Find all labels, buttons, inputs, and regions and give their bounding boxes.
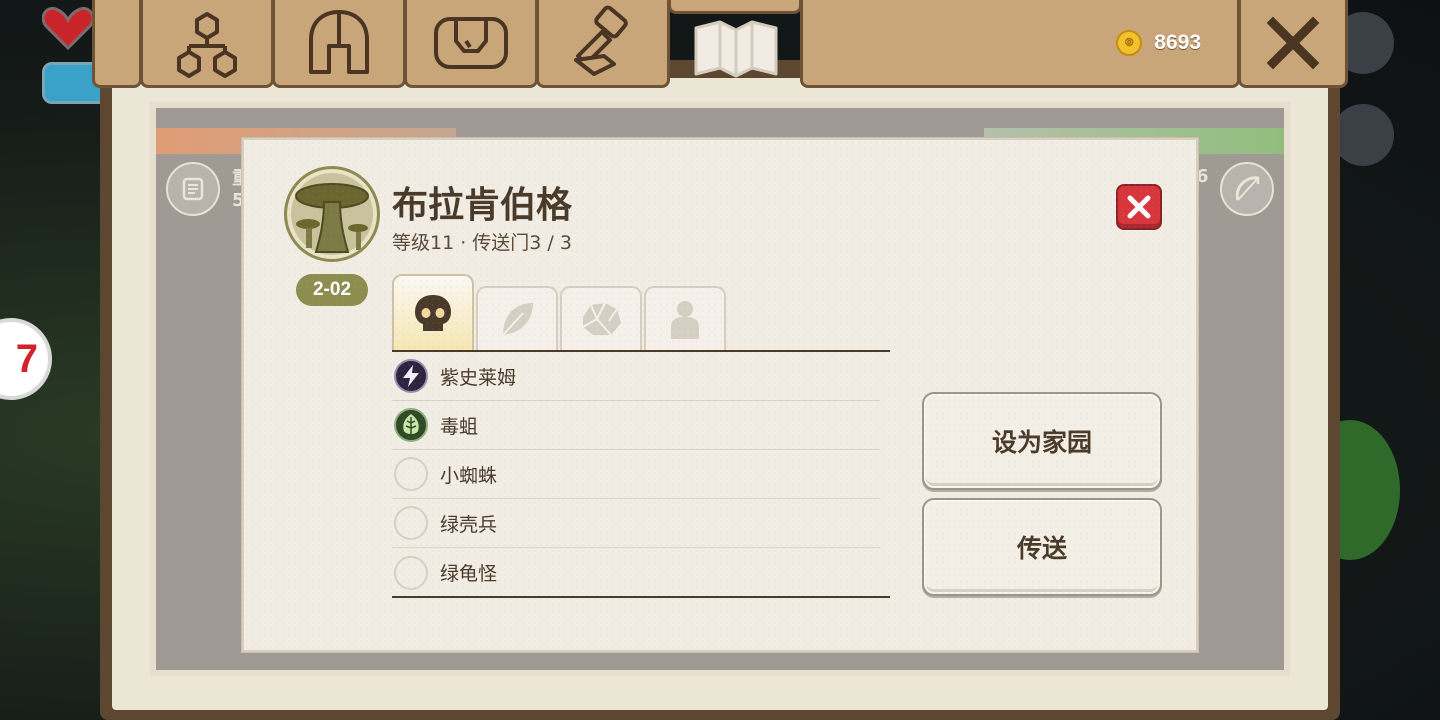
category-tabs xyxy=(392,272,890,352)
rock-icon xyxy=(582,302,621,336)
teleport-button[interactable]: 传送 xyxy=(922,498,1162,596)
tab-monsters[interactable] xyxy=(392,274,474,350)
list-item[interactable]: 绿壳兵 xyxy=(392,499,880,548)
enemy-list: 紫史莱姆 毒蛆 小蜘蛛 绿壳兵 绿龟怪 xyxy=(392,352,890,597)
empty-badge xyxy=(394,555,428,590)
currency-panel: ⦾ 8693 xyxy=(800,0,1240,88)
location-details: 等级11 · 传送门3 / 3 xyxy=(392,232,572,254)
empty-badge xyxy=(394,506,428,540)
list-item[interactable]: 小蜘蛛 xyxy=(392,450,880,499)
enemy-name: 紫史莱姆 xyxy=(440,366,517,389)
location-dialog: 2-02 布拉肯伯格 等级11 · 传送门3 / 3 紫史莱姆 毒蛆 小蜘蛛 绿… xyxy=(242,138,1198,652)
empty-badge xyxy=(394,457,428,491)
list-item[interactable]: 毒蛆 xyxy=(392,401,880,450)
scroll-icon[interactable] xyxy=(166,162,220,216)
mushroom-icon xyxy=(295,183,369,253)
enemy-name: 小蜘蛛 xyxy=(440,464,498,487)
lightning-icon xyxy=(394,359,428,393)
close-icon xyxy=(1127,195,1151,219)
skull-icon xyxy=(415,295,451,331)
bag-icon xyxy=(434,16,508,69)
helmet-icon xyxy=(309,9,369,74)
list-item[interactable]: 紫史莱姆 xyxy=(392,352,880,401)
heart-icon xyxy=(42,7,94,50)
tab-npcs[interactable] xyxy=(644,286,726,350)
leaf-icon xyxy=(394,408,428,442)
quest-badge[interactable]: 7 xyxy=(0,318,52,400)
location-title: 布拉肯伯格 xyxy=(392,185,573,226)
hammer-icon xyxy=(574,5,628,76)
bow-icon[interactable] xyxy=(1220,162,1274,216)
gold-coin-icon: ⦾ xyxy=(1116,29,1143,56)
mushroom-avatar xyxy=(284,166,380,262)
zone-code-badge: 2-02 xyxy=(296,274,368,306)
list-divider xyxy=(392,596,890,598)
close-window-button[interactable] xyxy=(1238,0,1348,88)
person-icon xyxy=(671,301,699,339)
tab-crafting[interactable] xyxy=(536,0,670,88)
list-item[interactable]: 绿龟怪 xyxy=(392,548,880,597)
leaf-icon xyxy=(502,303,533,336)
map-book-icon xyxy=(694,20,778,78)
skill-tree-icon xyxy=(177,11,237,78)
tab-inventory[interactable] xyxy=(404,0,538,88)
tab-cap xyxy=(92,0,142,88)
tab-ores[interactable] xyxy=(560,286,642,350)
chat-button[interactable] xyxy=(1332,104,1394,166)
close-icon xyxy=(1266,16,1320,69)
tab-skills[interactable] xyxy=(140,0,274,88)
gold-amount: 8693 xyxy=(1154,30,1201,54)
tab-plants[interactable] xyxy=(476,286,558,350)
dialog-close-button[interactable] xyxy=(1116,184,1162,230)
tab-equipment[interactable] xyxy=(272,0,406,88)
tab-map[interactable] xyxy=(668,0,802,14)
enemy-name: 毒蛆 xyxy=(440,415,479,438)
enemy-name: 绿壳兵 xyxy=(440,513,498,536)
set-home-button[interactable]: 设为家园 xyxy=(922,392,1162,490)
enemy-name: 绿龟怪 xyxy=(440,563,498,585)
